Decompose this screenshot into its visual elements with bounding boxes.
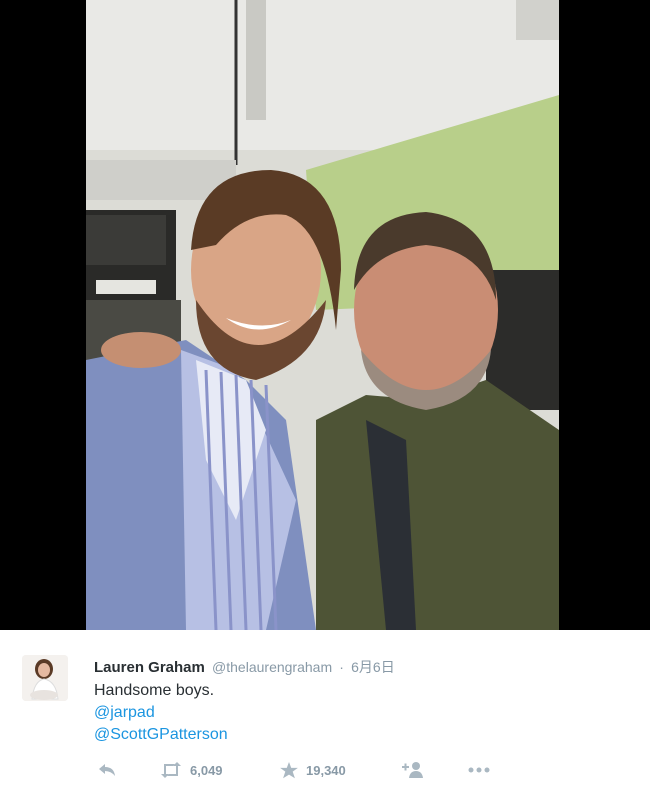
more-button[interactable] bbox=[468, 767, 490, 773]
screenshot-frame: Lauren Graham @thelaurengraham · 6月6日 Ha… bbox=[0, 0, 650, 808]
tweet-date[interactable]: 6月6日 bbox=[351, 659, 395, 675]
author-handle[interactable]: @thelaurengraham bbox=[212, 659, 332, 675]
header-separator: · bbox=[339, 659, 344, 675]
tweet-text: Handsome boys. bbox=[94, 682, 215, 699]
follow-button[interactable] bbox=[402, 762, 424, 778]
retweet-count: 6,049 bbox=[190, 762, 223, 778]
star-icon bbox=[280, 761, 298, 778]
selfie-photo bbox=[86, 0, 559, 630]
tweet-header: Lauren Graham @thelaurengraham · 6月6日 bbox=[94, 657, 395, 677]
favorite-count: 19,340 bbox=[306, 762, 346, 778]
author-name[interactable]: Lauren Graham bbox=[94, 659, 205, 676]
retweet-button[interactable]: 6,049 bbox=[160, 762, 223, 778]
reply-button[interactable] bbox=[98, 763, 116, 777]
reply-icon bbox=[99, 764, 115, 776]
avatar-image bbox=[22, 655, 68, 701]
author-avatar[interactable] bbox=[22, 655, 68, 701]
mention-link[interactable]: @ScottGPatterson bbox=[94, 726, 228, 744]
retweet-icon bbox=[161, 762, 181, 778]
favorite-button[interactable]: 19,340 bbox=[280, 761, 346, 779]
more-icon bbox=[468, 767, 490, 773]
mention-link[interactable]: @jarpad bbox=[94, 704, 155, 722]
follow-icon bbox=[402, 762, 423, 778]
tweet-card: Lauren Graham @thelaurengraham · 6月6日 Ha… bbox=[22, 630, 650, 808]
tweet-photo[interactable] bbox=[86, 0, 559, 630]
